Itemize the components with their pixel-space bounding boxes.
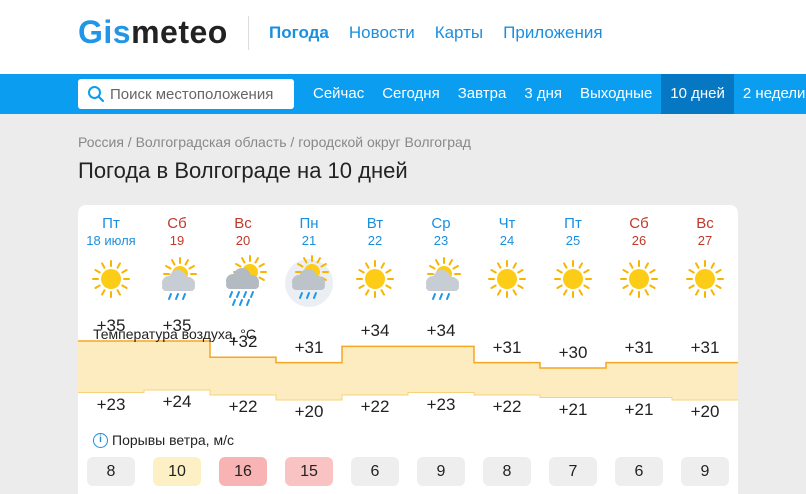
day-date: 21 xyxy=(301,233,317,248)
min-temperature: +24 xyxy=(162,392,192,411)
day-header[interactable]: Пт 25 xyxy=(540,215,606,249)
info-icon[interactable]: i xyxy=(93,432,108,448)
nav-news[interactable]: Новости xyxy=(349,22,415,44)
day-of-week: Сб xyxy=(629,215,649,232)
day-date: 25 xyxy=(565,233,581,248)
max-temperature: +32 xyxy=(228,332,258,352)
day-header[interactable]: Вт 22 xyxy=(342,215,408,249)
wind-gust-value: 16 xyxy=(219,457,267,486)
day-header[interactable]: Сб 26 xyxy=(606,215,672,249)
wind-gust-value: 15 xyxy=(285,457,333,486)
wind-gust-value: 8 xyxy=(87,457,135,486)
max-temperature: +34 xyxy=(426,321,456,341)
sun-icon xyxy=(474,255,540,307)
max-temperature: +31 xyxy=(294,337,324,357)
tab-today[interactable]: Сегодня xyxy=(373,74,449,114)
max-temperature: +31 xyxy=(690,337,720,357)
min-temperature: +23 xyxy=(96,394,126,414)
tab-3-days[interactable]: 3 дня xyxy=(515,74,571,114)
min-temperature: +22 xyxy=(228,397,258,416)
day-date: 27 xyxy=(697,233,713,248)
sun-cloud-rain-icon xyxy=(144,255,210,307)
sun-icon xyxy=(672,255,738,307)
tab-tomorrow[interactable]: Завтра xyxy=(449,74,516,114)
day-date: 24 xyxy=(499,233,515,248)
location-search[interactable] xyxy=(78,79,294,109)
wind-gust-value: 6 xyxy=(615,457,663,486)
day-of-week: Вс xyxy=(234,215,252,232)
tab-now[interactable]: Сейчас xyxy=(304,74,373,114)
day-date: 22 xyxy=(367,233,383,248)
tab-2-weeks[interactable]: 2 недели xyxy=(734,74,806,114)
min-temperature: +20 xyxy=(690,402,720,421)
max-temperature: +35 xyxy=(162,316,192,335)
day-of-week: Ср xyxy=(431,215,451,232)
day-date: 18 июля xyxy=(86,233,136,248)
max-temperature: +30 xyxy=(558,343,588,362)
nav-maps[interactable]: Карты xyxy=(435,22,483,44)
wind-gust-value: 10 xyxy=(153,457,201,486)
max-temperature: +35 xyxy=(96,316,126,335)
breadcrumb[interactable]: Россия / Волгоградская область / городск… xyxy=(78,134,471,150)
day-date: 20 xyxy=(235,233,251,248)
day-of-week: Вт xyxy=(366,215,384,232)
day-header[interactable]: Вс 27 xyxy=(672,215,738,249)
day-header[interactable]: Сб 19 xyxy=(144,215,210,249)
day-header[interactable]: Пн 21 xyxy=(276,215,342,249)
gismeteo-logo[interactable]: Gismeteo xyxy=(78,12,228,52)
forecast-tabs-bar: Сейчас Сегодня Завтра 3 дня Выходные 10 … xyxy=(0,74,806,114)
min-temperature: +20 xyxy=(294,402,324,421)
search-icon xyxy=(88,86,105,103)
day-header[interactable]: Вс 20 xyxy=(210,215,276,249)
min-temperature: +22 xyxy=(492,397,522,416)
wind-gust-label: i Порывы ветра, м/с xyxy=(93,432,234,448)
nav-weather[interactable]: Погода xyxy=(269,22,329,44)
sun-icon xyxy=(342,255,408,307)
day-of-week: Пн xyxy=(299,215,319,232)
day-date: 23 xyxy=(433,233,449,248)
day-header[interactable]: Пт 18 июля xyxy=(78,215,144,249)
wind-gust-value: 9 xyxy=(417,457,465,486)
forecast-card: Температура воздуха, °C i Порывы ветра, м… xyxy=(78,205,738,494)
day-of-week: Сб xyxy=(167,215,187,232)
page-title: Погода в Волгограде на 10 дней xyxy=(78,158,408,183)
tab-10-days[interactable]: 10 дней xyxy=(661,74,734,114)
wind-gust-value: 9 xyxy=(681,457,729,486)
min-temperature: +22 xyxy=(360,397,390,416)
search-input[interactable] xyxy=(110,85,290,103)
day-of-week: Пт xyxy=(102,215,120,232)
day-header[interactable]: Ср 23 xyxy=(408,215,474,249)
min-temperature: +23 xyxy=(426,394,456,414)
site-header: Gismeteo Погода Новости Карты Приложения xyxy=(0,0,806,74)
day-of-week: Пт xyxy=(564,215,582,232)
header-divider xyxy=(248,16,249,50)
day-date: 26 xyxy=(631,233,647,248)
sun-cloud-heavy-rain-icon xyxy=(210,255,276,307)
sun-cloud-thunderstorm-icon xyxy=(276,255,342,307)
min-temperature: +21 xyxy=(624,399,654,419)
day-of-week: Чт xyxy=(498,215,516,232)
max-temperature: +31 xyxy=(492,337,522,357)
max-temperature: +31 xyxy=(624,337,654,357)
tab-weekend[interactable]: Выходные xyxy=(571,74,661,114)
day-date: 19 xyxy=(169,233,185,248)
top-nav: Погода Новости Карты Приложения xyxy=(269,22,603,44)
min-temperature: +21 xyxy=(558,399,588,419)
wind-gust-value: 8 xyxy=(483,457,531,486)
sun-icon xyxy=(606,255,672,307)
wind-gust-value: 7 xyxy=(549,457,597,486)
sun-icon xyxy=(540,255,606,307)
sun-icon xyxy=(78,255,144,307)
sun-cloud-rain-icon xyxy=(408,255,474,307)
wind-gust-value: 6 xyxy=(351,457,399,486)
wind-gust-label-text: Порывы ветра, м/с xyxy=(112,432,234,448)
day-of-week: Вс xyxy=(696,215,714,232)
max-temperature: +34 xyxy=(360,321,390,341)
day-header[interactable]: Чт 24 xyxy=(474,215,540,249)
nav-apps[interactable]: Приложения xyxy=(503,22,602,44)
period-tabs: Сейчас Сегодня Завтра 3 дня Выходные 10 … xyxy=(304,74,806,114)
